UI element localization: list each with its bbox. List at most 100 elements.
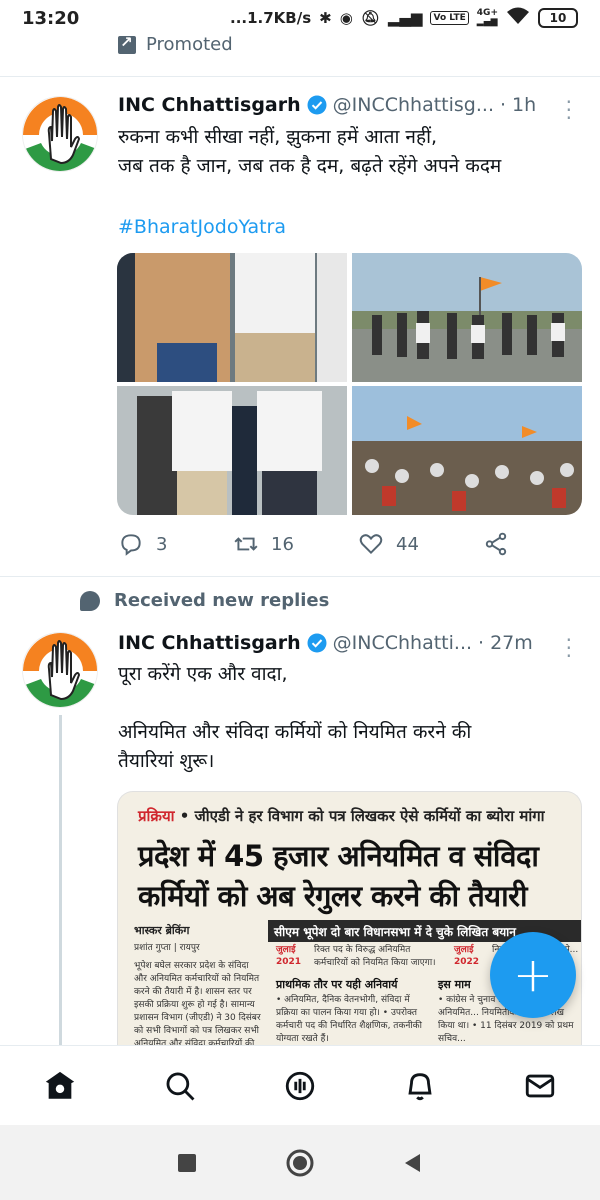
like-button[interactable]: 44 — [358, 531, 483, 557]
plus-icon: + — [512, 947, 554, 1003]
tweet-text-line: रुकना कभी सीखा नहीं, झुकना हमें आता नहीं… — [118, 126, 438, 148]
photo-walkers-white — [117, 386, 347, 515]
mute-icon: 🔕︎ — [360, 9, 380, 27]
compose-tweet-button[interactable]: + — [490, 932, 576, 1018]
reply-button[interactable]: 3 — [118, 531, 233, 557]
promoted-label: Promoted — [118, 33, 233, 55]
tweet-photo[interactable] — [117, 253, 348, 382]
news-column-2: • अनियमित, दैनिक वेतनभोगी, संविदा में प्… — [276, 995, 422, 1044]
heart-icon — [359, 534, 383, 555]
data-saver-icon: ◉ — [339, 9, 353, 27]
tweet-author-handle[interactable]: @INCChhattisg... — [333, 94, 494, 116]
share-button[interactable] — [483, 531, 509, 557]
battery-icon: 10 — [538, 8, 578, 28]
news-column-head: प्राथमिक तौर पर यही अनिवार्य — [276, 978, 398, 991]
retweet-icon — [234, 537, 258, 551]
bluetooth-icon: ✱ — [319, 9, 332, 27]
nav-messages[interactable] — [510, 1056, 570, 1116]
signal-icon: ▂▄▆ — [387, 9, 423, 27]
divider — [0, 576, 600, 577]
verified-badge-icon — [307, 95, 327, 115]
system-home-button[interactable] — [275, 1138, 325, 1188]
news-year: 2021 — [276, 957, 302, 967]
news-kicker-label: प्रक्रिया — [138, 807, 175, 825]
tweet-author-handle[interactable]: @INCChhatti... — [333, 632, 472, 654]
like-count: 44 — [396, 533, 419, 555]
separator-dot: · — [500, 94, 507, 116]
received-new-replies[interactable]: Received new replies — [80, 590, 329, 611]
news-byline: प्रशांत गुप्ता | रायपुर — [134, 943, 200, 953]
tweet-media-grid — [117, 253, 582, 515]
news-year: 2022 — [454, 957, 480, 967]
news-brand: भास्कर ब्रेकिंग — [134, 924, 190, 937]
status-time: 13:20 — [22, 7, 80, 29]
more-options-icon[interactable]: · · · — [566, 630, 572, 666]
tweet-timestamp[interactable]: 1h — [512, 94, 536, 116]
tweet-header: INC Chhattisgarh @INCChhattisg... · 1h — [118, 94, 536, 116]
news-kicker: प्रक्रिया • जीएडी ने हर विभाग को पत्र लि… — [138, 806, 545, 826]
verified-badge-icon — [307, 633, 327, 653]
back-triangle-icon — [405, 1153, 421, 1172]
divider — [0, 76, 600, 77]
news-headline: प्रदेश में 45 हजार अनियमित व संविदा — [138, 839, 539, 873]
nav-notifications[interactable] — [390, 1056, 450, 1116]
status-bar: 13:20 ...1.7KB/s ✱ ◉ 🔕︎ ▂▄▆ Vo LTE 4G+ ▂▄… — [0, 0, 600, 36]
tweet-text: पूरा करेंगे एक और वादा, अनियमित और संविद… — [118, 660, 578, 776]
spaces-icon — [285, 1071, 315, 1100]
home-icon — [45, 1071, 75, 1099]
news-column-1: भूपेश बघेल सरकार प्रदेश के संविदा और अनि… — [134, 961, 261, 1045]
volte-icon: Vo LTE — [430, 11, 469, 25]
share-icon — [485, 532, 507, 556]
news-kicker-text: • जीएडी ने हर विभाग को पत्र लिखकर ऐसे कर… — [174, 807, 545, 825]
network-speed: ...1.7KB/s — [230, 9, 312, 27]
recent-apps-button[interactable] — [162, 1138, 212, 1188]
tweet-actions: 3 16 44 — [118, 531, 509, 557]
tweet-text-line: जब तक है जान, जब तक है दम, बढ़ते रहेंगे … — [118, 155, 502, 177]
tweet-text-line: पूरा करेंगे एक और वादा, — [118, 663, 288, 685]
nav-spaces[interactable] — [270, 1056, 330, 1116]
news-column-head: इस माम — [438, 978, 471, 991]
reply-count: 3 — [156, 533, 168, 555]
wifi-icon — [506, 7, 530, 29]
avatar[interactable] — [22, 632, 98, 708]
thread-line — [59, 715, 62, 1045]
photo-crowd — [351, 386, 582, 515]
tweet-text-line: अनियमित और संविदा कर्मियों को नियमित करन… — [118, 721, 472, 743]
retweet-button[interactable]: 16 — [233, 531, 358, 557]
inc-logo-icon — [23, 633, 97, 707]
tweet-photo[interactable] — [351, 253, 583, 382]
news-headline: कर्मियों को अब रेगुलर करने की तैयारी — [138, 879, 528, 913]
tweet-photo[interactable] — [351, 386, 583, 515]
signal-4g-icon: 4G+ ▂▄▆ — [476, 8, 498, 27]
speech-bubble-icon — [80, 590, 100, 611]
circle-icon — [286, 1149, 314, 1176]
reply-icon — [121, 534, 141, 556]
separator-dot: · — [478, 632, 485, 654]
promoted-text: Promoted — [146, 34, 233, 55]
received-new-replies-label: Received new replies — [114, 590, 330, 611]
retweet-count: 16 — [271, 533, 294, 555]
back-button[interactable] — [388, 1138, 438, 1188]
square-icon — [177, 1153, 196, 1172]
notifications-icon — [408, 1072, 432, 1100]
tweet-text-line: तैयारियां शुरू। — [118, 750, 215, 772]
inc-logo-icon — [23, 97, 97, 171]
tweet-photo[interactable] — [117, 386, 348, 515]
news-date-text: रिक्त पद के विरुद्ध अनियमित कर्मचारियों … — [314, 945, 436, 968]
tweet-text: रुकना कभी सीखा नहीं, झुकना हमें आता नहीं… — [118, 123, 578, 181]
system-navigation-bar — [0, 1125, 600, 1200]
messages-icon — [525, 1074, 555, 1097]
avatar[interactable] — [22, 96, 98, 172]
search-icon — [166, 1072, 195, 1100]
tweet-author-name[interactable]: INC Chhattisgarh — [118, 94, 301, 116]
more-options-icon[interactable]: · · · — [566, 92, 572, 128]
nav-home[interactable] — [30, 1056, 90, 1116]
tweet-header: INC Chhattisgarh @INCChhatti... · 27m — [118, 632, 533, 654]
tweet-author-name[interactable]: INC Chhattisgarh — [118, 632, 301, 654]
bottom-navigation — [0, 1045, 600, 1125]
photo-walkers-closeup — [117, 253, 347, 382]
hashtag-link[interactable]: #BharatJodoYatra — [118, 216, 286, 238]
promoted-arrow-icon — [118, 33, 136, 54]
nav-search[interactable] — [150, 1056, 210, 1116]
tweet-timestamp[interactable]: 27m — [490, 632, 533, 654]
